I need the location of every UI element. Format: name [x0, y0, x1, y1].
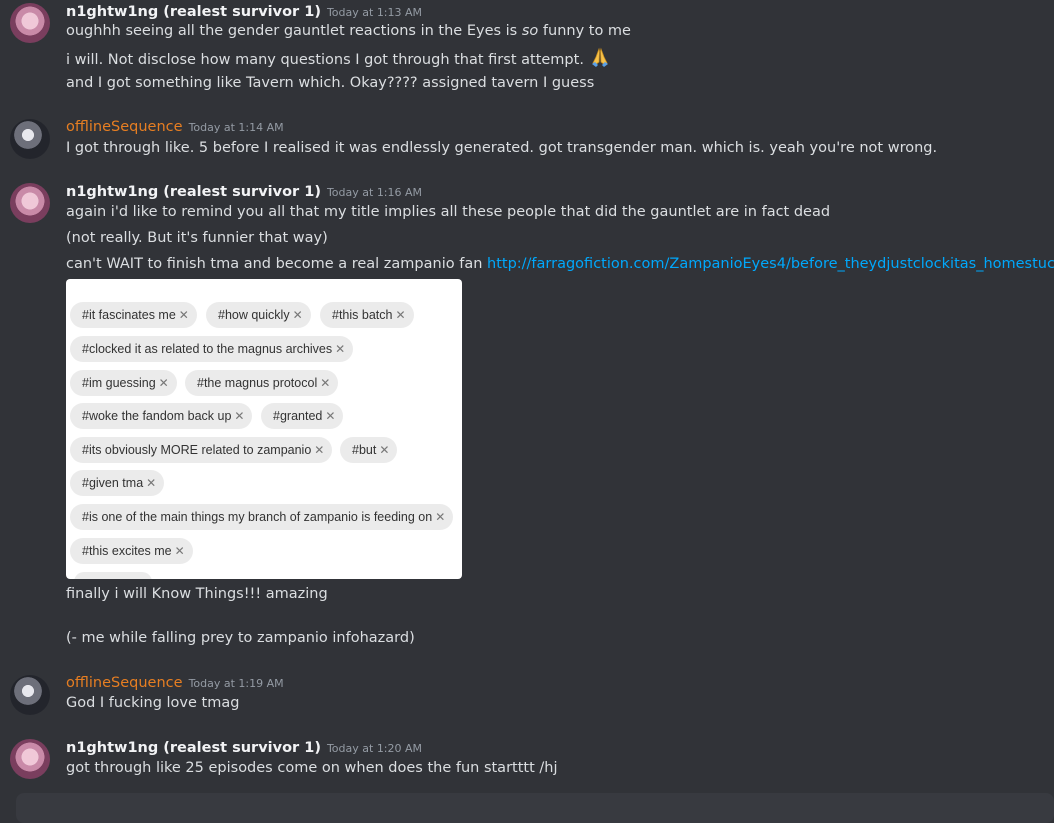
message-link[interactable]: http://farragofiction.com/ZampanioEyes4/…: [487, 256, 1054, 272]
message-text: got through like 25 episodes come on whe…: [66, 760, 558, 776]
close-icon[interactable]: ✕: [179, 308, 189, 322]
timestamp[interactable]: Today at 1:20 AM: [327, 742, 422, 755]
tag-chip: #woke the fandom back up ✕: [70, 403, 253, 429]
avatar[interactable]: [10, 119, 50, 159]
avatar[interactable]: [10, 675, 50, 715]
author-name[interactable]: n1ghtw1ng (realest survivor 1): [66, 184, 321, 200]
avatar[interactable]: [10, 739, 50, 779]
tag-chip: #granted ✕: [261, 403, 344, 429]
message-text: finally i will Know Things!!! amazing: [66, 586, 328, 602]
tag-chip: #the magnus protocol ✕: [185, 370, 339, 396]
tag-chip: #given tma ✕: [70, 470, 165, 496]
tag-chip: #is one of the main things my branch of …: [70, 504, 454, 530]
close-icon[interactable]: ✕: [435, 510, 445, 524]
folded-hands-emoji: [591, 47, 608, 67]
message-text: again i'd like to remind you all that my…: [66, 204, 831, 220]
close-icon[interactable]: ✕: [325, 409, 335, 423]
message-text: and I got something like Tavern which. O…: [66, 75, 595, 91]
close-icon[interactable]: ✕: [159, 376, 169, 390]
embedded-image[interactable]: #it fascinates me ✕ #how quickly ✕ #this b…: [66, 279, 462, 579]
message-text: I got through like. 5 before I realised …: [66, 140, 938, 156]
close-icon[interactable]: ✕: [395, 308, 405, 322]
author-name[interactable]: offlineSequence: [66, 675, 183, 691]
tag-chip: #clocked it as related to the magnus arc…: [70, 336, 354, 362]
close-icon[interactable]: ✕: [234, 409, 244, 423]
author-name[interactable]: offlineSequence: [66, 119, 183, 135]
tag-chip: #this batch ✕: [320, 302, 414, 328]
message-text: God I fucking love tmag: [66, 695, 240, 711]
timestamp[interactable]: Today at 1:19 AM: [189, 677, 284, 690]
tag-chip: #this excites me ✕: [70, 538, 193, 564]
author-name[interactable]: n1ghtw1ng (realest survivor 1): [66, 740, 321, 756]
message-text: (- me while falling prey to zampanio inf…: [66, 630, 415, 646]
message-text: can't WAIT to finish tma and become a re…: [66, 254, 1054, 276]
message-text: i will. Not disclose how many questions …: [66, 47, 611, 69]
close-icon[interactable]: ✕: [314, 443, 324, 457]
close-icon[interactable]: ✕: [175, 544, 185, 558]
timestamp[interactable]: Today at 1:13 AM: [327, 6, 422, 19]
message-text: (not really. But it's funnier that way): [66, 230, 328, 246]
timestamp[interactable]: Today at 1:16 AM: [327, 186, 422, 199]
tag-chip: #it fascinates me ✕: [70, 302, 197, 328]
tag-chip: #but ✕: [340, 437, 398, 463]
tag-chip: #its obviously MORE related to zampanio ✕: [70, 437, 333, 463]
author-name[interactable]: n1ghtw1ng (realest survivor 1): [66, 4, 321, 20]
message-composer[interactable]: [16, 793, 1054, 823]
close-icon[interactable]: ✕: [293, 308, 303, 322]
close-icon[interactable]: ✕: [320, 376, 330, 390]
timestamp[interactable]: Today at 1:14 AM: [189, 121, 284, 134]
close-icon[interactable]: ✕: [335, 342, 345, 356]
tag-chip: #im guessing ✕: [70, 370, 177, 396]
avatar[interactable]: [10, 183, 50, 223]
message-text: oughhh seeing all the gender gauntlet re…: [66, 23, 631, 39]
close-icon[interactable]: ✕: [146, 476, 156, 490]
tag-chip: #how quickly ✕: [206, 302, 311, 328]
avatar[interactable]: [10, 3, 50, 43]
emphasis-text: so: [521, 23, 539, 39]
tag-chip-partial: [74, 572, 152, 579]
close-icon[interactable]: ✕: [379, 443, 389, 457]
